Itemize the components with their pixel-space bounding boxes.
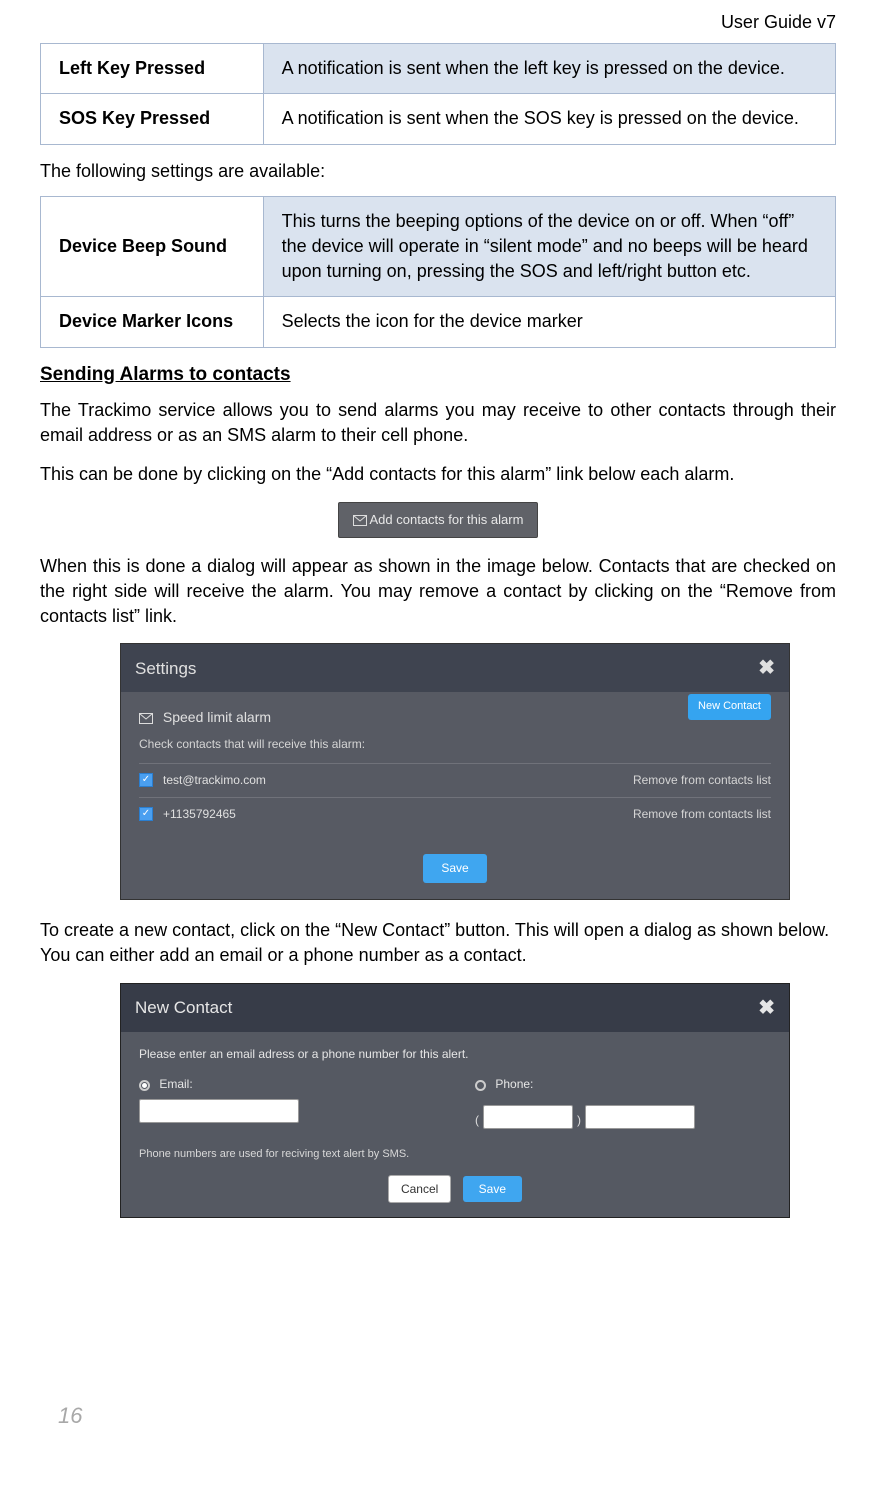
row-desc: Selects the icon for the device marker xyxy=(263,297,835,347)
remove-contact-link[interactable]: Remove from contacts list xyxy=(633,806,771,823)
body-paragraph: To create a new contact, click on the “N… xyxy=(40,918,836,968)
table-row: Left Key Pressed A notification is sent … xyxy=(41,44,836,94)
row-label: Device Beep Sound xyxy=(41,196,264,297)
speed-instruction: Check contacts that will receive this al… xyxy=(139,736,771,753)
add-contacts-figure: Add contacts for this alarm xyxy=(40,502,836,538)
settings-table: Device Beep Sound This turns the beeping… xyxy=(40,196,836,348)
contact-row: ✓ test@trackimo.com Remove from contacts… xyxy=(139,763,771,797)
page-header: User Guide v7 xyxy=(40,10,836,35)
email-radio[interactable] xyxy=(139,1080,150,1091)
row-label: SOS Key Pressed xyxy=(41,94,264,144)
phone-area-field[interactable] xyxy=(483,1105,573,1129)
save-button[interactable]: Save xyxy=(423,854,486,883)
row-desc: A notification is sent when the SOS key … xyxy=(263,94,835,144)
section-heading: Sending Alarms to contacts xyxy=(40,362,836,389)
table-row: Device Marker Icons Selects the icon for… xyxy=(41,297,836,347)
new-contact-instruction: Please enter an email adress or a phone … xyxy=(139,1046,771,1063)
row-label: Left Key Pressed xyxy=(41,44,264,94)
dialog-title: Settings xyxy=(135,657,196,681)
close-icon[interactable]: ✖ xyxy=(758,994,775,1022)
settings-intro: The following settings are available: xyxy=(40,159,836,184)
table-row: SOS Key Pressed A notification is sent w… xyxy=(41,94,836,144)
phone-option: Phone: ( ) xyxy=(475,1076,771,1129)
dialog-titlebar: Settings ✖ xyxy=(121,644,789,692)
phone-number-field[interactable] xyxy=(585,1105,695,1129)
mail-icon xyxy=(353,512,370,527)
row-label: Device Marker Icons xyxy=(41,297,264,347)
speed-limit-heading: Speed limit alarm xyxy=(139,708,771,728)
dialog-titlebar: New Contact ✖ xyxy=(121,984,789,1032)
email-option: Email: xyxy=(139,1076,435,1129)
checkbox-icon[interactable]: ✓ xyxy=(139,807,153,821)
email-label: Email: xyxy=(159,1077,192,1091)
contact-value: test@trackimo.com xyxy=(163,772,266,789)
page-number: 16 xyxy=(58,1401,82,1432)
checkbox-icon[interactable]: ✓ xyxy=(139,773,153,787)
row-desc: This turns the beeping options of the de… xyxy=(263,196,835,297)
new-contact-button[interactable]: New Contact xyxy=(688,694,771,719)
new-contact-dialog-figure: New Contact ✖ Please enter an email adre… xyxy=(120,983,790,1219)
cancel-button[interactable]: Cancel xyxy=(388,1175,451,1204)
dialog-title: New Contact xyxy=(135,996,232,1020)
notifications-table: Left Key Pressed A notification is sent … xyxy=(40,43,836,144)
body-paragraph: This can be done by clicking on the “Add… xyxy=(40,462,836,487)
phone-label: Phone: xyxy=(495,1077,533,1091)
contact-row: ✓ +1135792465 Remove from contacts list xyxy=(139,797,771,831)
phone-radio[interactable] xyxy=(475,1080,486,1091)
phone-note: Phone numbers are used for reciving text… xyxy=(139,1147,771,1162)
email-field[interactable] xyxy=(139,1099,299,1123)
save-button[interactable]: Save xyxy=(463,1176,522,1203)
contact-value: +1135792465 xyxy=(163,806,236,823)
row-desc: A notification is sent when the left key… xyxy=(263,44,835,94)
paren-icon: ) xyxy=(577,1112,581,1129)
table-row: Device Beep Sound This turns the beeping… xyxy=(41,196,836,297)
close-icon[interactable]: ✖ xyxy=(758,654,775,682)
body-paragraph: When this is done a dialog will appear a… xyxy=(40,554,836,630)
speed-limit-label: Speed limit alarm xyxy=(163,709,271,725)
paren-icon: ( xyxy=(475,1112,479,1129)
add-contacts-label: Add contacts for this alarm xyxy=(370,512,524,527)
body-paragraph: The Trackimo service allows you to send … xyxy=(40,398,836,448)
settings-dialog-figure: Settings ✖ Speed limit alarm Check conta… xyxy=(120,643,790,900)
remove-contact-link[interactable]: Remove from contacts list xyxy=(633,772,771,789)
